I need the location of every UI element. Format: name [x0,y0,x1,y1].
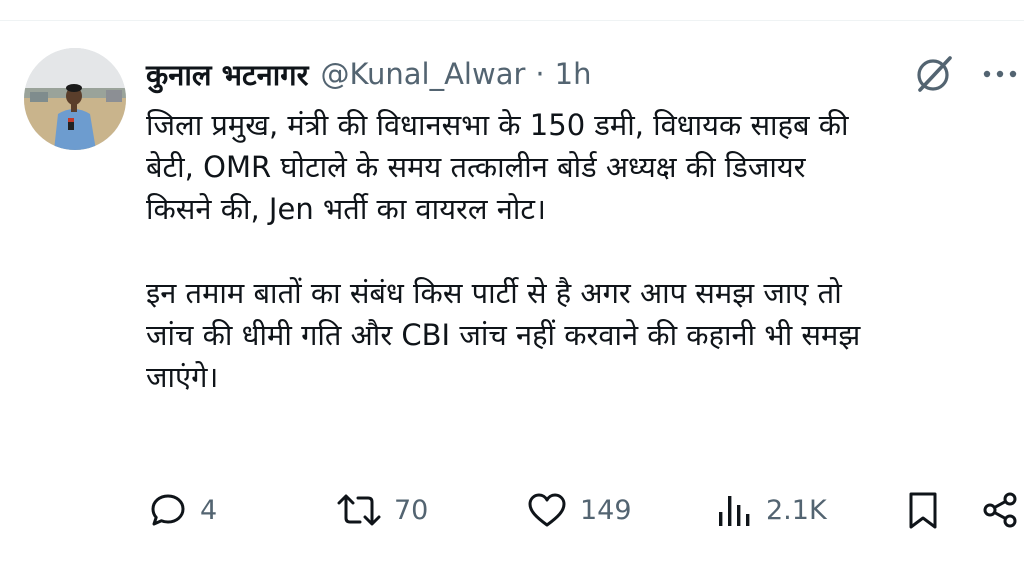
separator-dot: · [535,57,545,91]
more-icon[interactable] [980,62,1020,86]
views-count: 2.1K [766,494,827,526]
tweet-page: कुनाल भटनागर @Kunal_Alwar · 1h जिला प्रम… [0,0,1024,561]
bookmark-button[interactable] [903,486,943,534]
views-button[interactable]: 2.1K [716,486,827,534]
action-bar: 4 70 149 2.1K [0,486,1024,534]
avatar[interactable] [24,48,126,150]
reply-icon [148,490,188,530]
views-icon [716,490,754,530]
repost-icon [336,490,382,530]
share-icon [980,490,1020,530]
tweet-line-4: इन तमाम बातों का संबंध किस पार्टी से है … [146,276,842,310]
tweet-line-2: बेटी, OMR घोटाले के समय तत्कालीन बोर्ड अ… [146,150,806,184]
tweet-header: कुनाल भटनागर @Kunal_Alwar · 1h [146,52,1024,96]
tweet-paragraph-1: जिला प्रमुख, मंत्री की विधानसभा के 150 ड… [146,104,1016,230]
reply-count: 4 [200,494,218,526]
tweet-line-3: किसने की, Jen भर्ती का वायरल नोट। [146,192,546,226]
share-button[interactable] [980,486,1020,534]
like-count: 149 [580,494,632,526]
tweet-line-5: जांच की धीमी गति और CBI जांच नहीं करवाने… [146,318,861,352]
repost-count: 70 [394,494,429,526]
grok-icon[interactable] [912,52,956,96]
timestamp[interactable]: 1h [555,57,592,91]
tweet-body: जिला प्रमुख, मंत्री की विधानसभा के 150 ड… [146,104,1016,398]
top-divider [0,20,1024,21]
display-name[interactable]: कुनाल भटनागर [146,55,308,94]
heart-icon [526,490,568,530]
repost-button[interactable]: 70 [336,486,428,534]
tweet-line-1: जिला प्रमुख, मंत्री की विधानसभा के 150 ड… [146,108,849,142]
bookmark-icon [903,490,943,530]
reply-button[interactable]: 4 [148,486,217,534]
user-handle[interactable]: @Kunal_Alwar [320,57,525,91]
tweet-line-6: जाएंगे। [146,360,219,394]
tweet-paragraph-2: इन तमाम बातों का संबंध किस पार्टी से है … [146,272,1016,398]
like-button[interactable]: 149 [526,486,632,534]
